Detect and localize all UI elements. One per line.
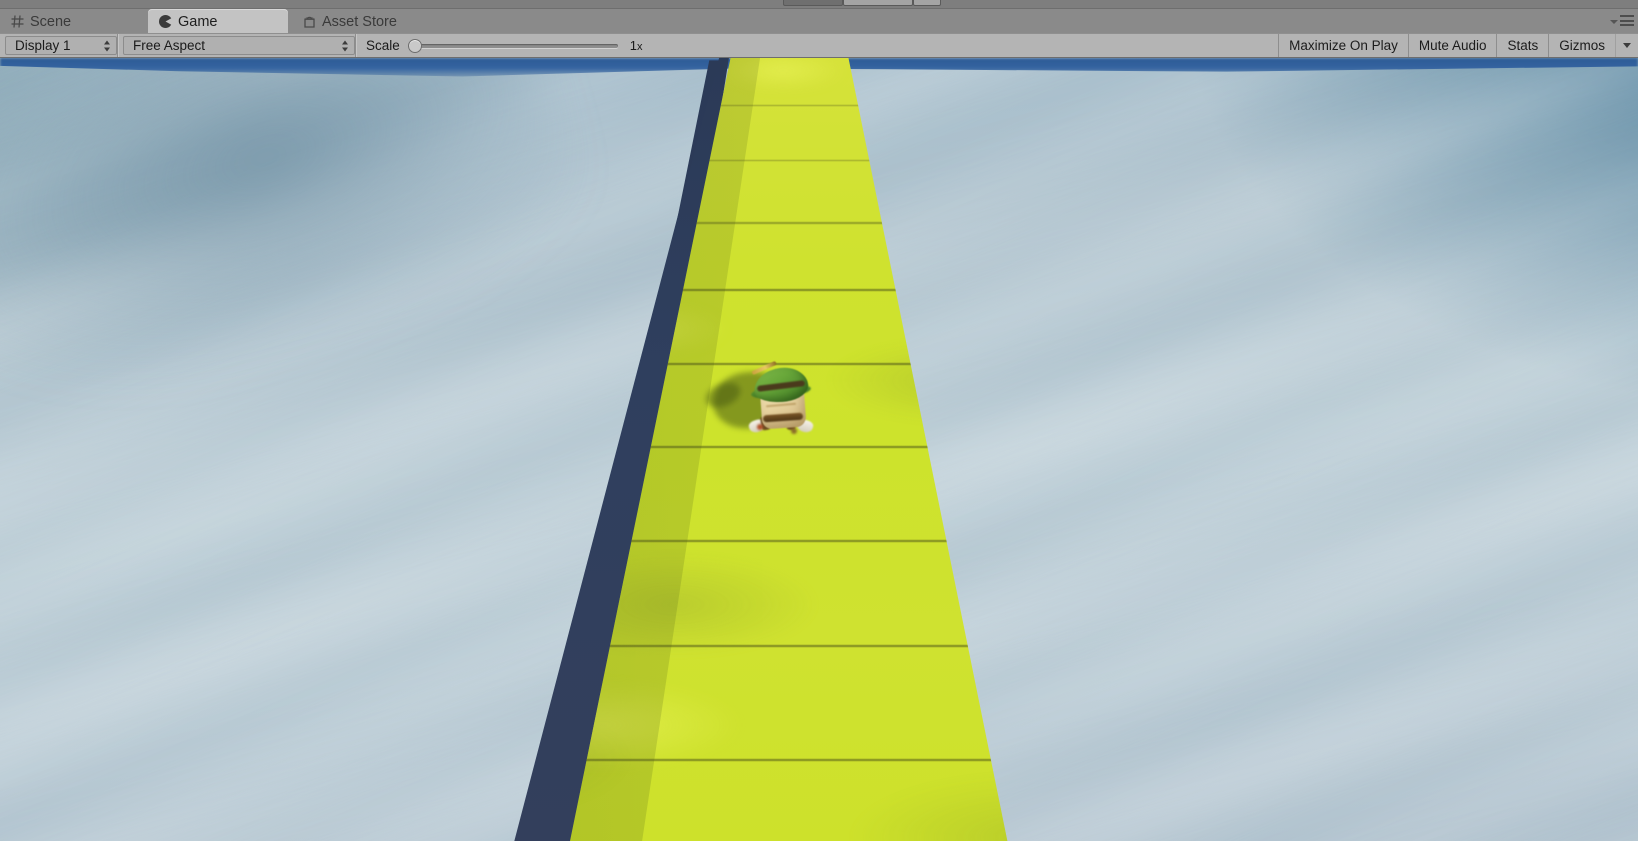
aspect-ratio-label: Free Aspect [133,38,206,53]
shopping-bag-icon [303,15,316,28]
scale-slider-knob[interactable] [407,38,422,53]
plank-seam [570,288,1008,291]
character-accessory-left [757,424,763,430]
updown-arrows-icon [104,40,111,51]
gizmos-label: Gizmos [1559,38,1605,53]
tab-scene-label: Scene [30,13,72,30]
scale-control-group: Scale 1x [356,34,656,57]
cutoff-play-button[interactable] [783,0,843,6]
chevron-down-icon [1610,20,1618,24]
updown-arrows-icon [342,40,349,51]
cutoff-step-button[interactable] [913,0,941,6]
display-dropdown[interactable]: Display 1 [5,36,117,55]
unity-game-view-window: Scene Game Asset Store Display 1 Free As… [0,0,1638,841]
character-accessory-right [791,428,797,434]
scale-value-number: 1 [629,38,638,53]
plank-seam [570,159,1008,162]
maximize-on-play-button[interactable]: Maximize On Play [1278,34,1408,57]
bridge-path [0,58,1638,841]
scale-label: Scale [366,38,400,53]
plank-seam [570,104,1008,107]
panel-tab-bar: Scene Game Asset Store [0,8,1638,34]
grass-highlight-layer [570,58,1008,841]
aspect-ratio-dropdown[interactable]: Free Aspect [123,36,355,55]
gizmos-dropdown-arrow[interactable] [1615,34,1638,57]
game-view-toolbar: Display 1 Free Aspect Scale 1x Maximize … [0,33,1638,58]
hamburger-icon [1620,15,1634,26]
scale-slider-track [407,43,618,48]
grass-path-surface [570,58,1008,841]
tab-asset-store[interactable]: Asset Store [292,9,442,34]
cutoff-toolbar-strip [0,0,1638,8]
display-dropdown-label: Display 1 [15,38,71,53]
plank-seam [570,445,1008,448]
gizmos-button[interactable]: Gizmos [1548,34,1615,57]
stats-button[interactable]: Stats [1496,34,1548,57]
toolbar-separator-1 [117,34,118,57]
grid-icon [11,15,24,28]
maximize-on-play-label: Maximize On Play [1289,38,1398,53]
stats-label: Stats [1507,38,1539,53]
chevron-down-icon [1623,43,1631,48]
plank-seam [570,758,1008,761]
scale-value: 1x [630,38,656,53]
tab-asset-store-label: Asset Store [322,13,397,30]
player-character[interactable] [702,358,831,442]
character-hat-feather [751,360,777,375]
tab-game-label: Game [178,13,218,30]
tab-scene[interactable]: Scene [0,9,142,34]
plank-seam [570,539,1008,542]
plank-seam [570,645,1008,648]
scale-slider[interactable] [407,36,618,56]
scale-value-unit: x [637,41,643,53]
mute-audio-button[interactable]: Mute Audio [1407,34,1497,57]
game-pacman-icon [159,15,172,28]
tab-game[interactable]: Game [148,9,288,34]
cutoff-pause-button[interactable] [843,0,913,6]
mute-audio-label: Mute Audio [1418,38,1487,53]
panel-options-menu-icon[interactable] [1610,15,1634,26]
game-view-render-area[interactable] [0,58,1638,841]
plank-seam [570,222,1008,224]
